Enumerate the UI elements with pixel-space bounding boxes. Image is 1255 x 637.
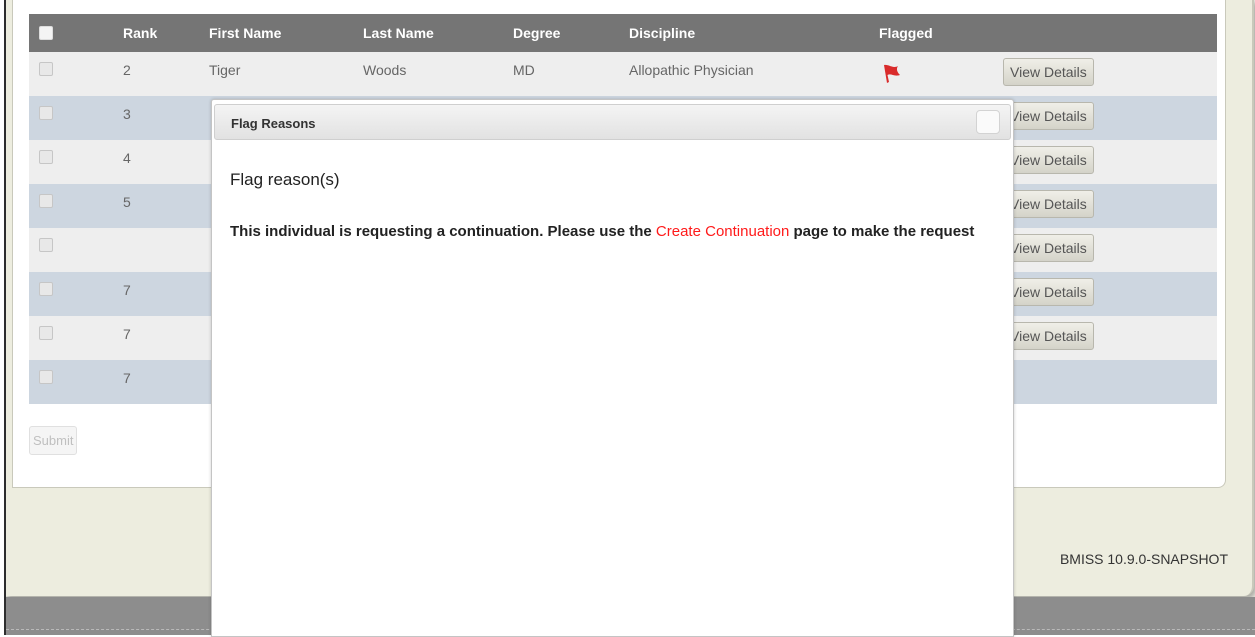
column-header-flagged[interactable]: Flagged	[879, 14, 1003, 52]
row-checkbox[interactable]	[39, 370, 53, 384]
view-details-button[interactable]: View Details	[1003, 278, 1094, 306]
flag-reason-message: This individual is requesting a continua…	[230, 222, 990, 242]
column-header-degree[interactable]: Degree	[513, 14, 629, 52]
rank-cell: 7	[123, 272, 209, 316]
flagged-cell	[879, 52, 1003, 96]
rank-cell: 3	[123, 96, 209, 140]
flag-reasons-heading: Flag reason(s)	[230, 170, 340, 189]
dialog-title: Flag Reasons	[231, 116, 316, 131]
row-checkbox[interactable]	[39, 62, 53, 76]
message-text-end: page to make the request	[789, 223, 975, 240]
create-continuation-link[interactable]: Create Continuation	[656, 223, 789, 240]
column-header-last-name[interactable]: Last Name	[363, 14, 513, 52]
row-checkbox[interactable]	[39, 106, 53, 120]
row-checkbox[interactable]	[39, 282, 53, 296]
message-text-start: This individual is requesting a continua…	[230, 223, 656, 240]
close-icon[interactable]	[976, 110, 1000, 134]
row-checkbox[interactable]	[39, 238, 53, 252]
select-all-cell	[29, 14, 123, 52]
first-name-cell: Tiger	[209, 52, 363, 96]
view-details-button[interactable]: View Details	[1003, 190, 1094, 218]
submit-button[interactable]: Submit	[29, 426, 78, 455]
flag-icon[interactable]	[881, 64, 903, 84]
rank-cell: 7	[123, 360, 209, 404]
table-header-row: Rank First Name Last Name Degree Discipl…	[29, 14, 1217, 52]
select-all-checkbox[interactable]	[39, 25, 53, 40]
rank-cell: 7	[123, 316, 209, 360]
rank-cell	[123, 228, 209, 272]
view-details-button[interactable]: View Details	[1003, 58, 1094, 86]
rank-cell: 5	[123, 184, 209, 228]
row-checkbox[interactable]	[39, 326, 53, 340]
column-header-first-name[interactable]: First Name	[209, 14, 363, 52]
degree-cell: MD	[513, 52, 629, 96]
column-header-discipline[interactable]: Discipline	[629, 14, 879, 52]
discipline-cell: Allopathic Physician	[629, 52, 879, 96]
row-checkbox[interactable]	[39, 194, 53, 208]
rank-cell: 4	[123, 140, 209, 184]
column-header-actions	[1003, 14, 1217, 52]
dialog-header[interactable]: Flag Reasons	[214, 104, 1011, 140]
last-name-cell: Woods	[363, 52, 513, 96]
flag-reasons-dialog: Flag Reasons Flag reason(s) This individ…	[211, 99, 1014, 637]
column-header-rank[interactable]: Rank	[123, 14, 209, 52]
rank-cell: 2	[123, 52, 209, 96]
view-details-button[interactable]: View Details	[1003, 146, 1094, 174]
view-details-button[interactable]: View Details	[1003, 234, 1094, 262]
view-details-button[interactable]: View Details	[1003, 102, 1094, 130]
row-checkbox[interactable]	[39, 150, 53, 164]
table-row: 2 Tiger Woods MD Allopathic Physician Vi…	[29, 52, 1217, 96]
version-label: BMISS 10.9.0-SNAPSHOT	[1059, 551, 1228, 567]
view-details-button[interactable]: View Details	[1003, 322, 1094, 350]
